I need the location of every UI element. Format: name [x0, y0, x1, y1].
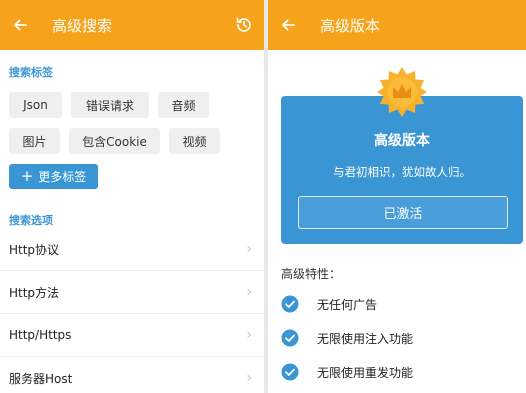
back-arrow-icon[interactable]: [278, 15, 298, 35]
card-subtitle: 与君初相识，犹如故人归。: [333, 165, 471, 179]
option-label: Http/Https: [9, 328, 72, 342]
tag-video[interactable]: 视频: [169, 128, 220, 154]
option-http-method[interactable]: Http方法 ›: [0, 271, 264, 314]
page-title: 高级版本: [320, 16, 381, 35]
feature-label: 无任何广告: [317, 297, 378, 312]
check-circle-icon: [281, 329, 299, 347]
check-circle-icon: [281, 295, 299, 313]
premium-screen: 高级版本 高级版本 与君初相识，犹如故人归。 已激活 高级特性： 无任何广告 无…: [268, 0, 526, 393]
tag-image[interactable]: 图片: [9, 128, 60, 154]
option-http-protocol[interactable]: Http协议 ›: [0, 228, 264, 271]
feature-label: 无限使用重发功能: [317, 365, 414, 380]
tag-error-request[interactable]: 错误请求: [71, 92, 149, 118]
features-title: 高级特性：: [281, 267, 342, 281]
back-arrow-icon[interactable]: [10, 15, 30, 35]
more-tags-button[interactable]: + 更多标签: [9, 164, 98, 189]
feature-item: 无限使用重发功能: [281, 363, 413, 381]
section-label-options: 搜索选项: [9, 214, 53, 227]
more-tags-label: 更多标签: [38, 170, 87, 184]
chevron-right-icon: ›: [246, 284, 252, 300]
option-server-host[interactable]: 服务器Host ›: [0, 357, 264, 393]
feature-label: 无限使用注入功能: [317, 331, 414, 346]
chevron-right-icon: ›: [246, 241, 252, 257]
check-circle-icon: [281, 363, 299, 381]
activated-button[interactable]: 已激活: [298, 196, 508, 229]
crown-badge-icon: [376, 66, 428, 118]
plus-icon: +: [20, 167, 34, 185]
section-label-tags: 搜索标签: [9, 66, 53, 79]
feature-item: 无限使用注入功能: [281, 329, 413, 347]
option-label: Http方法: [9, 285, 60, 300]
tag-json[interactable]: Json: [9, 92, 62, 118]
card-title: 高级版本: [374, 133, 430, 149]
option-label: Http协议: [9, 242, 60, 257]
option-label: 服务器Host: [9, 371, 73, 386]
history-icon[interactable]: [234, 15, 254, 35]
app-bar: 高级搜索: [0, 0, 264, 50]
chevron-right-icon: ›: [246, 327, 252, 343]
tag-audio[interactable]: 音频: [158, 92, 209, 118]
chevron-right-icon: ›: [246, 370, 252, 386]
option-http-https[interactable]: Http/Https ›: [0, 314, 264, 357]
app-bar: 高级版本: [268, 0, 526, 50]
page-title: 高级搜索: [52, 16, 113, 35]
advanced-search-screen: 高级搜索 搜索标签 Json 错误请求 音频 图片 包含Cookie 视频 + …: [0, 0, 264, 393]
tag-cookie[interactable]: 包含Cookie: [69, 128, 160, 154]
feature-item: 无任何广告: [281, 295, 377, 313]
